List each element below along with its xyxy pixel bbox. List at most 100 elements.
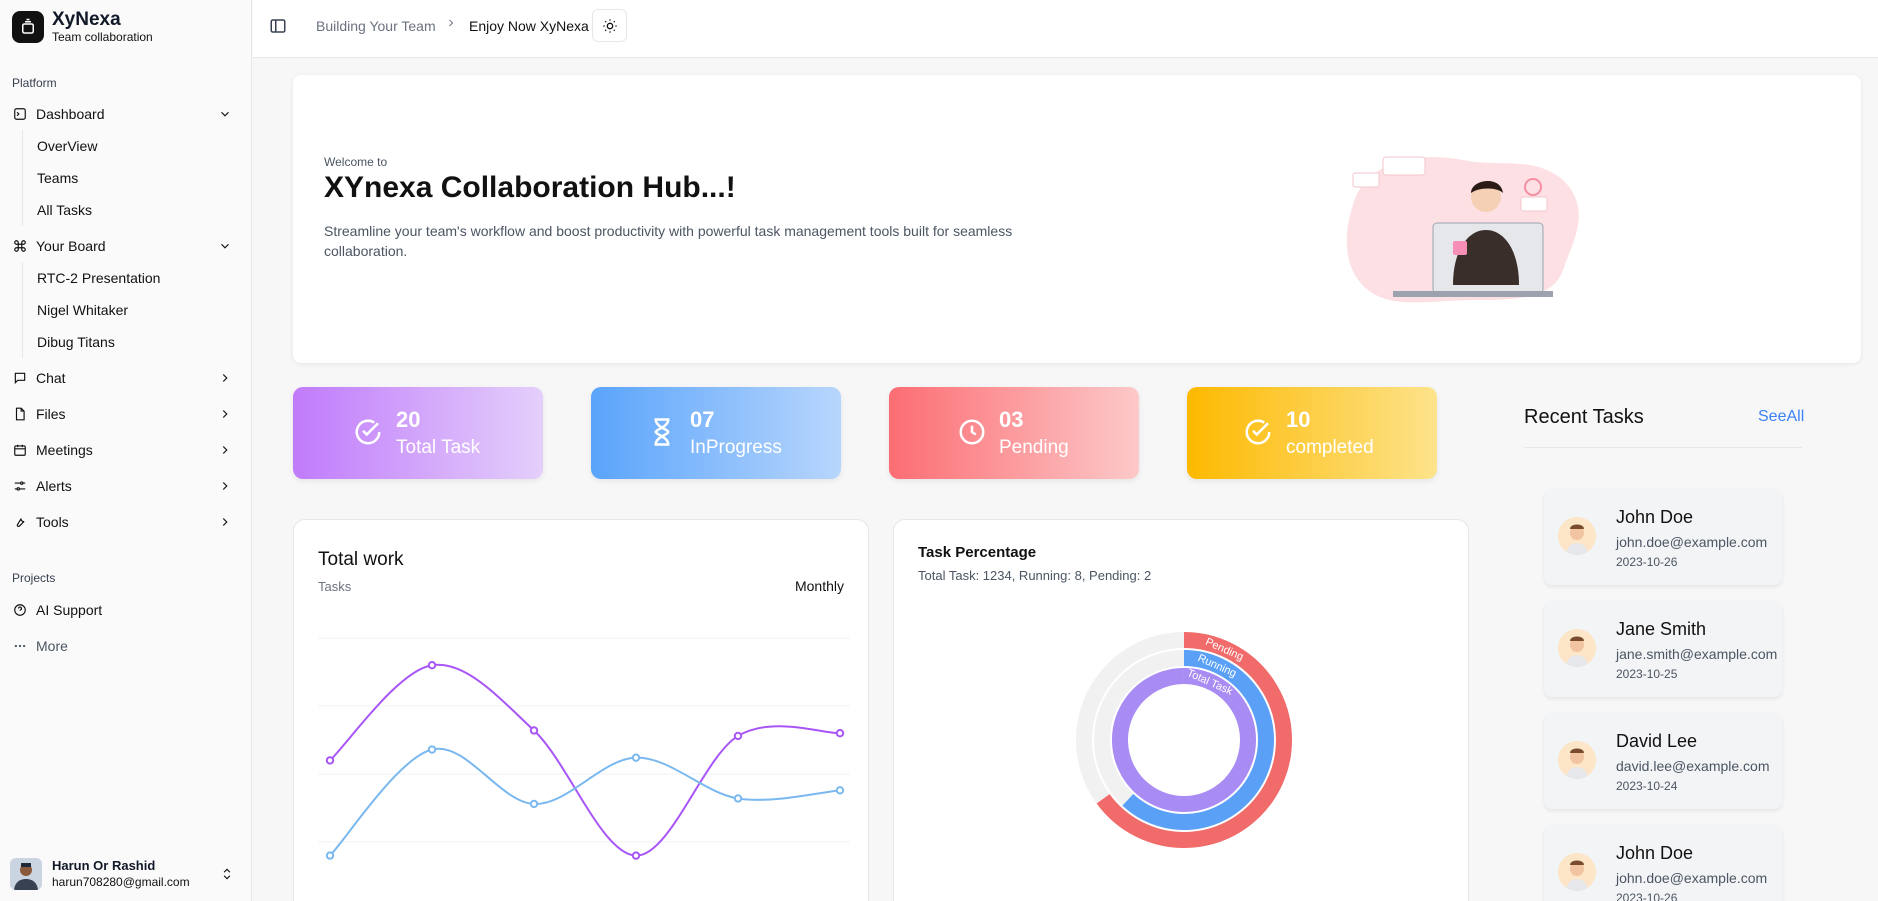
breadcrumb-building-team[interactable]: Building Your Team [316,18,436,34]
stat-label: InProgress [690,437,782,458]
total-work-subtitle: Tasks [318,579,352,594]
sidebar-item-ai-support[interactable]: AI Support [12,596,240,624]
data-point[interactable] [529,726,539,735]
task-assignee-name: Jane Smith [1616,619,1707,639]
stat-completed[interactable]: 10 completed [1187,387,1437,479]
chevron-right-icon [222,446,228,454]
task-assignee-name: John Doe [1616,843,1694,863]
user-email: harun708280@gmail.com [52,874,190,889]
projects-label: Projects [12,571,56,585]
sidebar-item-tools[interactable]: Tools [12,508,240,536]
dashboard-icon [12,106,28,122]
stat-label: completed [1286,437,1374,458]
wrench-icon [12,514,28,530]
task-assignee-name: John Doe [1616,507,1694,527]
sidebar-subitem-teams[interactable]: Teams [23,162,97,194]
total-work-title: Total work [318,549,404,570]
chevron-right-icon [222,410,228,418]
sidebar-toggle-icon[interactable] [269,17,287,35]
avatar [1558,741,1596,779]
data-point[interactable] [631,753,641,762]
chevron-down-icon [221,243,229,249]
stat-in-progress[interactable]: 07 InProgress [591,387,841,479]
more-horizontal-icon [12,638,28,654]
task-assignee-email: david.lee@example.com [1616,758,1770,774]
series-line-2 [329,747,841,857]
sidebar-item-label: More [36,638,68,654]
app-name: XyNexa [52,9,121,30]
command-icon [12,238,28,254]
stat-label: Pending [999,437,1069,458]
sliders-icon [12,478,28,494]
data-point[interactable] [631,851,641,860]
data-point[interactable] [733,731,743,741]
sidebar-subitem-dibug[interactable]: Dibug Titans [23,326,160,358]
task-date: 2023-10-24 [1616,779,1678,793]
brand[interactable]: XyNexa Team collaboration [12,9,153,44]
series-line-1 [329,663,841,857]
recent-task-card[interactable]: Jane Smith jane.smith@example.com 2023-1… [1544,601,1782,697]
stat-label: Total Task [396,437,481,458]
radial-chart: PendingRunningTotal Task [1076,632,1292,848]
sidebar-item-label: Meetings [36,442,93,458]
data-point[interactable] [325,756,335,765]
data-point[interactable] [835,729,845,738]
task-percentage-card: Task Percentage Total Task: 1234, Runnin… [893,519,1469,901]
sidebar-subitem-rtc2[interactable]: RTC-2 Presentation [23,262,160,294]
data-point[interactable] [427,745,437,754]
chevron-right-icon [222,374,228,382]
sidebar-item-dashboard[interactable]: Dashboard [12,100,240,128]
stat-value: 20 [396,407,421,432]
task-date: 2023-10-26 [1616,555,1678,569]
sidebar-item-label: Tools [36,514,69,530]
stat-value: 07 [690,407,715,432]
divider [1524,447,1802,448]
breadcrumb-separator-icon [445,16,457,33]
welcome-hero: Welcome to XYnexa Collaboration Hub...! … [293,75,1861,363]
data-point[interactable] [427,661,437,670]
sidebar-subitem-all-tasks[interactable]: All Tasks [23,194,97,226]
period-selector[interactable]: Monthly [795,578,844,594]
task-assignee-email: john.doe@example.com [1616,870,1768,886]
recent-task-card[interactable]: David Lee david.lee@example.com 2023-10-… [1544,713,1782,809]
data-point[interactable] [733,794,743,803]
sidebar-item-files[interactable]: Files [12,400,240,428]
breadcrumb-current: Enjoy Now XyNexa [469,18,589,34]
chevron-right-icon [222,482,228,490]
data-point[interactable] [835,786,845,795]
chevron-right-icon [222,518,228,526]
avatar [10,858,42,890]
sun-icon [602,18,617,33]
sidebar-item-alerts[interactable]: Alerts [12,472,240,500]
data-point[interactable] [529,799,539,809]
stat-pending[interactable]: 03 Pending [889,387,1139,479]
task-assignee-name: David Lee [1616,731,1698,751]
task-date: 2023-10-26 [1616,891,1678,901]
brand-logo-icon [12,11,44,44]
sidebar-subitem-nigel[interactable]: Nigel Whitaker [23,294,160,326]
check-circle-icon [355,419,381,445]
user-menu[interactable]: Harun Or Rashid harun708280@gmail.com [10,856,240,892]
task-assignee-email: john.doe@example.com [1616,534,1768,550]
sidebar-item-label: Your Board [36,238,106,254]
sidebar-item-more[interactable]: More [12,632,240,660]
theme-toggle-button[interactable] [592,9,627,42]
data-point[interactable] [325,851,335,860]
chat-icon [12,370,28,386]
file-icon [12,406,28,422]
sidebar-item-your-board[interactable]: Your Board [12,232,240,260]
sidebar-item-label: Chat [36,370,66,386]
check-circle-icon [1245,419,1271,445]
see-all-link[interactable]: SeeAll [1758,408,1804,426]
board-submenu: RTC-2 Presentation Nigel Whitaker Dibug … [22,262,160,358]
sidebar-subitem-overview[interactable]: OverView [23,130,97,162]
recent-task-card[interactable]: John Doe john.doe@example.com 2023-10-26 [1544,489,1782,585]
recent-task-card[interactable]: John Doe john.doe@example.com 2023-10-26 [1544,825,1782,901]
dashboard-submenu: OverView Teams All Tasks [22,130,97,226]
avatar [1558,629,1596,667]
recent-tasks-title: Recent Tasks [1524,406,1644,428]
sidebar-item-chat[interactable]: Chat [12,364,240,392]
stat-total-task[interactable]: 20 Total Task [293,387,543,479]
sidebar-item-meetings[interactable]: Meetings [12,436,240,464]
stat-value: 10 [1286,407,1311,432]
